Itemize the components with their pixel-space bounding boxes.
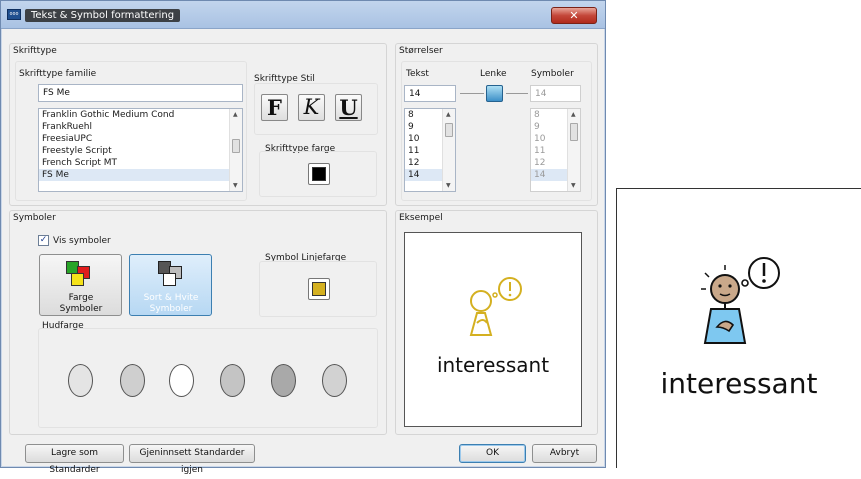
skin-color-option[interactable] (68, 364, 93, 397)
scroll-thumb[interactable] (570, 123, 578, 141)
bw-symbols-button[interactable]: Sort & Hvite Symboler (129, 254, 212, 316)
symbol-size-input[interactable]: 14 (530, 85, 581, 102)
skin-color-option[interactable] (220, 364, 245, 397)
cancel-button[interactable]: Avbryt (532, 444, 597, 463)
font-family-list[interactable]: Franklin Gothic Medium Cond FrankRuehl Fre… (38, 108, 243, 192)
reset-default-button[interactable]: Gjeninnsett Standarder igjen (129, 444, 255, 475)
grey-squares-icon (158, 261, 188, 287)
color-symbols-button[interactable]: Farge Symboler (39, 254, 122, 316)
italic-button[interactable]: K (298, 94, 325, 121)
skin-color-option[interactable] (322, 364, 347, 397)
interested-symbol-icon (701, 257, 780, 344)
scroll-down-icon[interactable]: ▼ (233, 182, 238, 189)
bold-button[interactable]: F (261, 94, 288, 121)
dialog-window: ooo Tekst & Symbol formattering ✕ Skrift… (0, 0, 606, 475)
underline-button[interactable]: U (335, 94, 362, 121)
list-item[interactable]: FrankRuehl (39, 121, 242, 133)
list-item[interactable]: FS Me (39, 169, 242, 181)
text-size-label: Tekst (406, 69, 429, 79)
bw-symbols-label: Sort & Hvite Symboler (143, 293, 199, 314)
list-item[interactable]: FreesiaUPC (39, 133, 242, 145)
font-color-swatch[interactable] (308, 163, 330, 185)
scroll-up-icon[interactable]: ▲ (446, 111, 451, 118)
symbol-size-scrollbar[interactable]: ▲ ▼ (567, 109, 580, 191)
example-word: interessant (436, 353, 550, 377)
example-group-label: Eksempel (399, 213, 443, 223)
scroll-thumb[interactable] (445, 123, 453, 137)
close-button[interactable]: ✕ (551, 7, 597, 24)
show-symbols-label[interactable]: Vis symboler (53, 236, 111, 246)
text-size-scrollbar[interactable]: ▲ ▼ (442, 109, 455, 191)
sizes-group-label: Størrelser (399, 46, 443, 56)
text-size-list[interactable]: 8 9 10 11 12 14 ▲ ▼ (404, 108, 456, 192)
link-label: Lenke (480, 69, 507, 79)
title-bar[interactable]: ooo Tekst & Symbol formattering ✕ (1, 1, 605, 29)
list-item[interactable]: Freestyle Script (39, 145, 242, 157)
preview-card: interessant (616, 188, 861, 468)
link-chain-icon[interactable] (486, 85, 503, 102)
skin-color-option[interactable] (120, 364, 145, 397)
symbol-line-color-swatch[interactable] (308, 278, 330, 300)
scroll-down-icon[interactable]: ▼ (571, 182, 576, 189)
link-line-left (460, 93, 484, 94)
show-symbols-checkbox[interactable]: ✓ (38, 235, 49, 246)
app-icon: ooo (7, 9, 21, 20)
example-preview: interessant (404, 232, 582, 427)
scroll-down-icon[interactable]: ▼ (446, 182, 451, 189)
font-family-label: Skrifttype familie (19, 69, 97, 79)
skin-color-option[interactable] (271, 364, 296, 397)
color-squares-icon (66, 261, 96, 287)
font-family-input[interactable]: FS Me (38, 84, 243, 102)
scroll-up-icon[interactable]: ▲ (571, 111, 576, 118)
color-symbols-label: Farge Symboler (59, 293, 103, 314)
symbol-size-label: Symboler (531, 69, 574, 79)
font-list-scrollbar[interactable]: ▲ ▼ (229, 109, 242, 191)
scroll-thumb[interactable] (232, 139, 240, 153)
scroll-up-icon[interactable]: ▲ (233, 111, 238, 118)
link-line-right (506, 93, 528, 94)
symbols-group-label: Symboler (13, 213, 56, 223)
skin-color-option[interactable] (169, 364, 194, 397)
symbol-size-list[interactable]: 8 9 10 11 12 14 ▲ ▼ (530, 108, 581, 192)
interested-symbol-icon (469, 277, 522, 336)
window-title: Tekst & Symbol formattering (25, 9, 181, 22)
list-item[interactable]: French Script MT (39, 157, 242, 169)
ok-button[interactable]: OK (459, 444, 526, 463)
save-default-button[interactable]: Lagre som Standarder (25, 444, 124, 475)
list-item[interactable]: Franklin Gothic Medium Cond (39, 109, 242, 121)
font-group-label: Skrifttype (13, 46, 57, 56)
text-size-input[interactable]: 14 (404, 85, 456, 102)
preview-word: interessant (660, 367, 818, 400)
